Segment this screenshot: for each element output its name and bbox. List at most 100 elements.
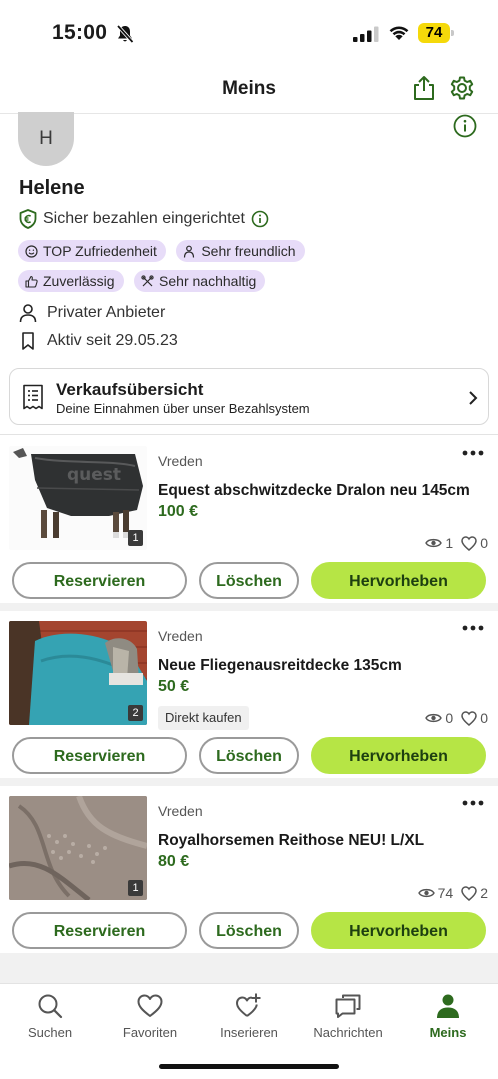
view-count: 74 [437,885,454,901]
battery-level: 74 [425,24,443,41]
delete-button[interactable]: Löschen [199,737,299,774]
avatar[interactable]: H [18,112,74,166]
eye-icon [425,538,443,548]
heart-icon [461,885,477,901]
tab-messages[interactable]: Nachrichten [298,992,398,1040]
wifi-icon [389,26,409,40]
tab-label: Inserieren [220,1025,278,1040]
badge-label: Sehr freundlich [201,243,296,259]
tab-label: Meins [429,1025,467,1040]
listing-stats: 74 2 [410,885,488,901]
info-icon[interactable] [453,114,477,138]
tab-label: Favoriten [122,1025,178,1040]
listing-image[interactable]: 2 [9,621,147,725]
badge-reliable: Zuverlässig [18,270,124,292]
like-count: 2 [480,885,488,901]
bell-muted-icon [116,24,134,44]
delete-button[interactable]: Löschen [199,562,299,599]
reserve-button[interactable]: Reservieren [12,912,187,949]
listing-stats: 0 0 [417,710,488,726]
bookmark-icon [22,332,34,350]
more-options-icon[interactable] [461,623,485,633]
listing-title[interactable]: Equest abschwitzdecke Dralon neu 145cm [158,482,470,500]
highlight-button[interactable]: Hervorheben [311,562,486,599]
receipt-icon [23,384,43,410]
search-icon [38,994,63,1019]
active-since: Aktiv seit 29.05.23 [47,332,178,349]
listing-title[interactable]: Neue Fliegenausreitdecke 135cm [158,657,402,675]
active-since-row: Aktiv seit 29.05.23 [19,331,178,351]
friendly-person-icon [184,245,195,258]
more-options-icon[interactable] [461,448,485,458]
listing-card[interactable]: quest 1 Vreden Equest abschwitzdecke Dra… [0,436,498,603]
thumbs-up-icon [25,275,38,288]
person-icon [19,304,37,323]
cellular-signal-icon [353,26,379,42]
eye-icon [425,713,443,723]
secure-payment-text: Sicher bezahlen eingerichtet [43,210,245,227]
delete-button[interactable]: Löschen [199,912,299,949]
seller-type: Privater Anbieter [47,304,166,321]
seller-type-row: Privater Anbieter [19,303,165,323]
listing-card[interactable]: 1 Vreden Royalhorsemen Reithose NEU! L/X… [0,786,498,953]
divider [0,434,498,435]
listing-location: Vreden [158,803,203,819]
badge-top-satisfaction: TOP Zufriedenheit [18,240,166,262]
heart-icon [461,710,477,726]
badge-label: TOP Zufriedenheit [43,243,157,259]
status-time: 15:00 [52,21,108,44]
status-bar: 15:00 74 [0,0,498,62]
tab-post-ad[interactable]: Inserieren [199,992,299,1040]
heart-icon [137,994,163,1017]
listing-image[interactable]: 1 [9,796,147,900]
sales-overview-card[interactable]: Verkaufsübersicht Deine Einnahmen über u… [9,368,489,425]
sales-overview-title: Verkaufsübersicht [56,380,204,399]
image-count-badge: 2 [128,705,143,721]
chat-icon [335,994,361,1018]
listing-title[interactable]: Royalhorsemen Reithose NEU! L/XL [158,832,424,850]
view-count: 0 [445,710,454,726]
section-separator [0,778,498,786]
fly-rug-photo [9,621,147,725]
eye-icon [417,888,435,898]
reserve-button[interactable]: Reservieren [12,737,187,774]
image-count-badge: 1 [128,880,143,896]
badge-row-1: TOP Zufriedenheit Sehr freundlich [18,240,311,263]
badge-very-friendly: Sehr freundlich [176,240,305,262]
share-icon[interactable] [410,74,438,102]
heart-icon [461,535,477,551]
chevron-right-icon [469,391,478,405]
section-separator [0,603,498,611]
euro-shield-icon [19,209,37,229]
sales-overview-subtitle: Deine Einnahmen über unser Bezahlsystem [56,401,310,416]
smiley-icon [25,244,38,258]
tab-mine[interactable]: Meins [398,992,498,1040]
like-count: 0 [480,535,488,551]
listing-location: Vreden [158,453,203,469]
tab-search[interactable]: Suchen [0,992,100,1040]
horse-rug-photo: quest [9,446,147,550]
badge-label: Sehr nachhaltig [159,273,257,289]
listing-price: 50 € [158,678,190,695]
highlight-button[interactable]: Hervorheben [311,912,486,949]
listing-location: Vreden [158,628,203,644]
listing-card[interactable]: 2 Vreden Neue Fliegenausreitdecke 135cm … [0,611,498,778]
gear-icon[interactable] [448,74,476,102]
badge-sustainable: Sehr nachhaltig [134,270,266,292]
riding-breeches-photo [9,796,147,900]
image-count-badge: 1 [128,530,143,546]
secure-payment-row: Sicher bezahlen eingerichtet [19,208,269,230]
section-separator [0,953,498,983]
nav-header: Meins [0,62,498,114]
profile-name: Helene [19,177,85,199]
info-small-icon[interactable] [251,210,269,228]
like-count: 0 [480,710,488,726]
recycle-icon [141,274,154,286]
listing-price: 80 € [158,853,190,870]
reserve-button[interactable]: Reservieren [12,562,187,599]
highlight-button[interactable]: Hervorheben [311,737,486,774]
listing-image[interactable]: quest 1 [9,446,147,550]
view-count: 1 [445,535,454,551]
tab-favorites[interactable]: Favoriten [100,992,200,1040]
more-options-icon[interactable] [461,798,485,808]
